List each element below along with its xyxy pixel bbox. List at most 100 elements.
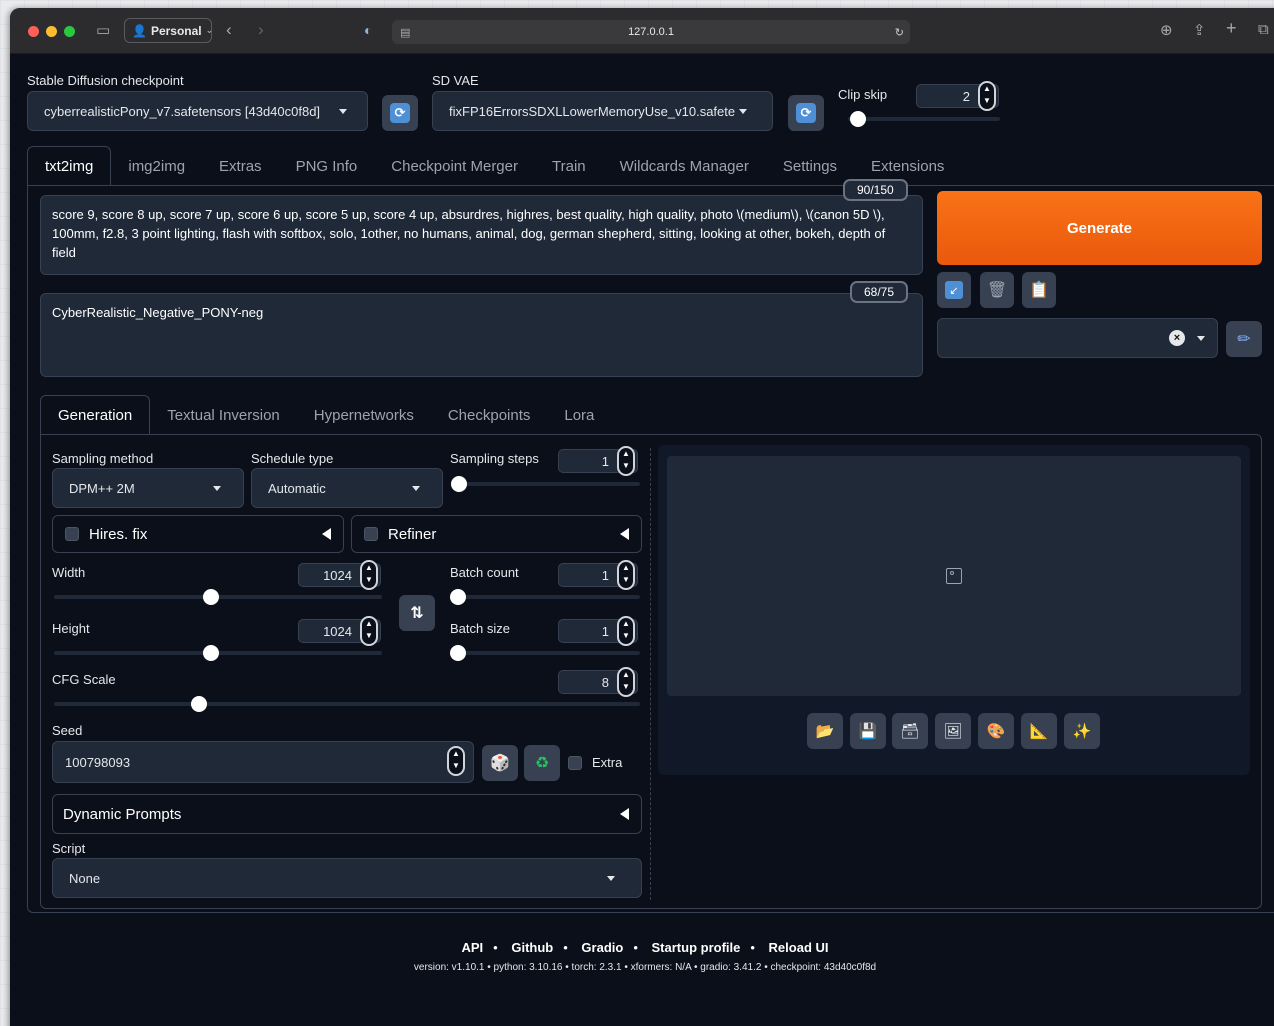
tab-img2img[interactable]: img2img — [111, 146, 202, 186]
refiner-checkbox[interactable] — [364, 527, 378, 541]
tab-settings[interactable]: Settings — [766, 146, 854, 186]
checkpoint-dropdown[interactable]: cyberrealisticPony_v7.safetensors [43d40… — [27, 91, 368, 131]
batch-count-slider[interactable] — [452, 595, 640, 599]
dynamic-prompts-accordion[interactable]: Dynamic Prompts — [52, 794, 642, 834]
tab-checkpoints[interactable]: Checkpoints — [431, 395, 548, 435]
edit-styles-button[interactable]: ✏ — [1226, 321, 1262, 357]
checkpoint-label: Stable Diffusion checkpoint — [27, 73, 184, 88]
clip-skip-value: 2 — [962, 88, 970, 104]
footer-link-github[interactable]: Github — [511, 940, 553, 955]
save-button[interactable]: 💾 — [850, 713, 886, 749]
refiner-accordion[interactable]: Refiner — [351, 515, 642, 553]
script-dropdown[interactable]: None — [52, 858, 642, 898]
batch-count-input[interactable]: 1 ▲ ▼ — [558, 560, 638, 590]
seed-input[interactable]: 100798093 ▲ ▼ — [52, 741, 474, 783]
cfg-scale-input[interactable]: 8 ▲ ▼ — [558, 667, 638, 697]
refresh-checkpoint-button[interactable]: ⟳ — [382, 95, 418, 131]
downloads-icon[interactable]: ⊕ — [1160, 21, 1173, 39]
width-input[interactable]: 1024 ▲ ▼ — [298, 560, 381, 590]
negative-prompt-textarea[interactable]: CyberRealistic_Negative_PONY-neg — [40, 293, 923, 377]
chevron-down-icon — [1197, 336, 1205, 341]
privacy-icon[interactable]: ◐ — [364, 22, 372, 38]
footer-link-startup-profile[interactable]: Startup profile — [652, 940, 741, 955]
sampling-steps-input[interactable]: 1 ▲ ▼ — [558, 446, 638, 476]
cfg-scale-slider[interactable] — [54, 702, 640, 706]
upscale-button[interactable]: ✨ — [1064, 713, 1100, 749]
stepper-icon[interactable]: ▲ ▼ — [447, 746, 465, 776]
new-tab-icon[interactable]: + — [1226, 18, 1237, 39]
footer-link-gradio[interactable]: Gradio — [581, 940, 623, 955]
tab-overview-icon[interactable]: ⧉ — [1258, 21, 1269, 38]
random-seed-button[interactable]: 🎲 — [482, 745, 518, 781]
sampling-steps-slider[interactable] — [452, 482, 640, 486]
height-input[interactable]: 1024 ▲ ▼ — [298, 616, 381, 646]
tab-train[interactable]: Train — [535, 146, 603, 186]
share-icon[interactable]: ⇪ — [1193, 21, 1206, 39]
sampling-method-dropdown[interactable]: DPM++ 2M — [52, 468, 244, 508]
stepper-icon[interactable]: ▲ ▼ — [360, 616, 378, 646]
batch-count-slider-handle[interactable] — [450, 589, 466, 605]
refresh-icon: ⟳ — [796, 103, 816, 123]
sampling-steps-slider-handle[interactable] — [451, 476, 467, 492]
extra-checkbox[interactable] — [568, 755, 582, 770]
close-window-button[interactable] — [28, 26, 39, 37]
vae-dropdown[interactable]: fixFP16ErrorsSDXLLowerMemoryUse_v10.safe… — [432, 91, 773, 131]
schedule-type-dropdown[interactable]: Automatic — [251, 468, 443, 508]
reuse-seed-button[interactable]: ♻ — [524, 745, 560, 781]
send-to-extras-button[interactable]: 📐 — [1021, 713, 1057, 749]
cfg-scale-slider-handle[interactable] — [191, 696, 207, 712]
profile-button[interactable]: 👤 Personal ⌄ — [124, 18, 213, 43]
stepper-icon[interactable]: ▲ ▼ — [617, 560, 635, 590]
clip-skip-input[interactable]: 2 ▲ ▼ — [916, 81, 999, 111]
stepper-icon[interactable]: ▲ ▼ — [617, 667, 635, 697]
tab-generation[interactable]: Generation — [40, 395, 151, 435]
zip-button[interactable]: 🗃 — [892, 713, 928, 749]
tab-lora[interactable]: Lora — [547, 395, 611, 435]
sampling-steps-value: 1 — [601, 453, 609, 469]
clear-icon[interactable]: × — [1169, 330, 1185, 346]
send-to-img2img-button[interactable]: 🖼 — [935, 713, 971, 749]
minimize-window-button[interactable] — [46, 26, 57, 37]
batch-size-input[interactable]: 1 ▲ ▼ — [558, 616, 638, 646]
reload-icon[interactable]: ↻ — [895, 26, 904, 39]
swap-dimensions-button[interactable]: ⇅ — [399, 595, 435, 631]
batch-size-slider[interactable] — [452, 651, 640, 655]
clip-skip-slider[interactable] — [848, 117, 1000, 121]
back-icon[interactable]: ‹ — [226, 20, 232, 40]
stepper-icon[interactable]: ▲ ▼ — [360, 560, 378, 590]
extra-seed-option[interactable]: Extra — [568, 755, 622, 770]
forward-icon[interactable]: › — [258, 20, 264, 40]
refresh-vae-button[interactable]: ⟳ — [788, 95, 824, 131]
hires-fix-checkbox[interactable] — [65, 527, 79, 541]
zoom-window-button[interactable] — [64, 26, 75, 37]
chevron-down-icon — [339, 109, 347, 114]
tab-hypernetworks[interactable]: Hypernetworks — [297, 395, 431, 435]
stepper-icon[interactable]: ▲ ▼ — [617, 446, 635, 476]
tab-wildcards-manager[interactable]: Wildcards Manager — [603, 146, 766, 186]
stepper-icon[interactable]: ▲ ▼ — [617, 616, 635, 646]
read-params-button[interactable]: ↙ — [937, 272, 971, 308]
positive-prompt-textarea[interactable]: score 9, score 8 up, score 7 up, score 6… — [40, 195, 923, 275]
tab-txt2img[interactable]: txt2img — [27, 146, 112, 186]
apply-style-button[interactable]: 📋 — [1022, 272, 1056, 308]
generate-button[interactable]: Generate — [937, 191, 1262, 265]
stepper-icon[interactable]: ▲ ▼ — [978, 81, 996, 111]
footer-link-api[interactable]: API — [461, 940, 483, 955]
tab-png-info[interactable]: PNG Info — [279, 146, 375, 186]
send-to-inpaint-button[interactable]: 🎨 — [978, 713, 1014, 749]
tab-textual-inversion[interactable]: Textual Inversion — [150, 395, 297, 435]
hires-fix-accordion[interactable]: Hires. fix — [52, 515, 344, 553]
width-slider-handle[interactable] — [203, 589, 219, 605]
tab-extras[interactable]: Extras — [202, 146, 279, 186]
tab-checkpoint-merger[interactable]: Checkpoint Merger — [374, 146, 535, 186]
clear-prompt-button[interactable]: 🗑 — [980, 272, 1014, 308]
open-folder-button[interactable]: 📂 — [807, 713, 843, 749]
height-slider-handle[interactable] — [203, 645, 219, 661]
footer-link-reload-ui[interactable]: Reload UI — [769, 940, 829, 955]
sidebar-toggle-icon[interactable]: ▭ — [96, 21, 110, 39]
vae-label: SD VAE — [432, 73, 479, 88]
styles-dropdown[interactable]: × — [937, 318, 1218, 358]
clip-skip-slider-handle[interactable] — [850, 111, 866, 127]
address-bar[interactable]: ▤ 127.0.0.1 ↻ — [392, 20, 910, 44]
batch-size-slider-handle[interactable] — [450, 645, 466, 661]
